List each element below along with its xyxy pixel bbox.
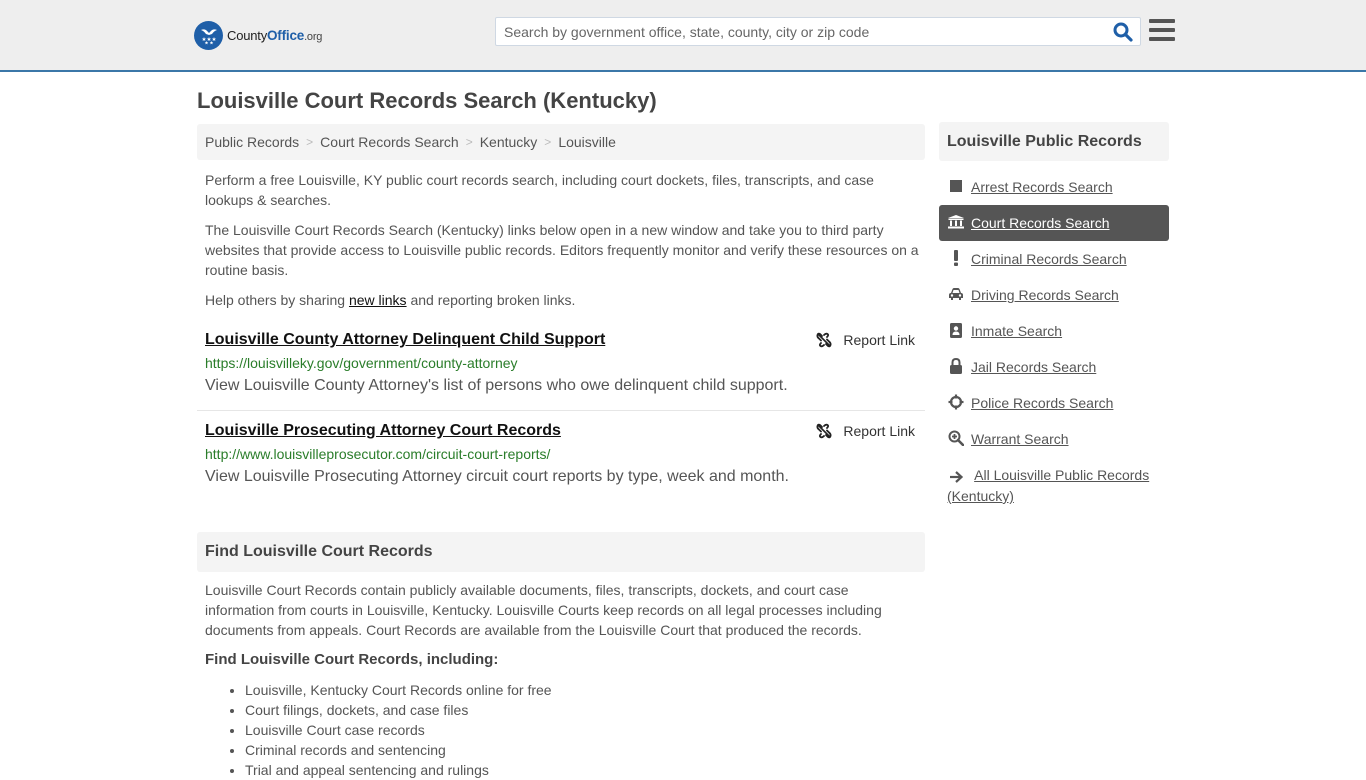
breadcrumb-public-records[interactable]: Public Records [205, 134, 299, 150]
sidebar-item-label[interactable]: Inmate Search [971, 321, 1062, 341]
sidebar-item-driving-records[interactable]: Driving Records Search [939, 277, 1169, 313]
exclamation-icon [947, 249, 965, 267]
sidebar-item-label[interactable]: Arrest Records Search [971, 177, 1113, 197]
crosshairs-icon [947, 393, 965, 411]
id-badge-icon [947, 321, 965, 339]
breadcrumb: Public Records > Court Records Search > … [197, 124, 925, 160]
list-item: Louisville Court case records [245, 720, 552, 740]
sidebar-item-label[interactable]: Criminal Records Search [971, 249, 1127, 269]
result-item: Louisville County Attorney Delinquent Ch… [197, 330, 925, 411]
breadcrumb-louisville[interactable]: Louisville [558, 134, 616, 150]
intro-text: Perform a free Louisville, KY public cou… [205, 170, 920, 320]
report-link-label: Report Link [843, 423, 915, 439]
list-item: Criminal records and sentencing [245, 740, 552, 760]
sidebar-item-warrant-search[interactable]: Warrant Search [939, 421, 1169, 457]
page-title: Louisville Court Records Search (Kentuck… [197, 88, 657, 113]
sidebar-item-all-public-records[interactable]: All Louisville Public Records (Kentucky) [939, 457, 1169, 506]
search-icon [1113, 22, 1133, 42]
logo-brand-accent: Office [267, 27, 305, 43]
list-item: Court filings, dockets, and case files [245, 700, 552, 720]
broken-link-icon [816, 332, 832, 348]
breadcrumb-separator: > [544, 135, 552, 149]
result-url: https://louisvilleky.gov/government/coun… [205, 355, 518, 371]
sidebar-item-police-records[interactable]: Police Records Search [939, 385, 1169, 421]
hamburger-menu-icon[interactable] [1149, 19, 1175, 43]
report-link-button[interactable]: Report Link [816, 423, 915, 439]
sidebar-item-label[interactable]: Jail Records Search [971, 357, 1096, 377]
sidebar-item-label[interactable]: Court Records Search [971, 213, 1110, 233]
logo-brand-main: County [227, 27, 267, 43]
result-title-link[interactable]: Louisville Prosecuting Attorney Court Re… [205, 421, 561, 441]
breadcrumb-separator: > [306, 135, 314, 149]
intro-p3-text-end: and reporting broken links. [406, 292, 576, 308]
result-item: Louisville Prosecuting Attorney Court Re… [197, 421, 925, 491]
sidebar-item-jail-records[interactable]: Jail Records Search [939, 349, 1169, 385]
report-link-label: Report Link [843, 332, 915, 348]
section-subhead: Find Louisville Court Records, including… [205, 651, 499, 668]
search-input[interactable] [496, 18, 1106, 45]
result-description: View Louisville County Attorney's list o… [205, 377, 788, 394]
logo-brand-tld: .org [304, 30, 323, 43]
breadcrumb-kentucky[interactable]: Kentucky [480, 134, 538, 150]
result-title-link[interactable]: Louisville County Attorney Delinquent Ch… [205, 330, 605, 350]
report-link-button[interactable]: Report Link [816, 332, 915, 348]
intro-paragraph-2: The Louisville Court Records Search (Ken… [205, 222, 919, 278]
logo-wordmark: CountyOffice.org [227, 28, 322, 43]
sidebar-title: Louisville Public Records [939, 122, 1169, 161]
sidebar-item-label[interactable]: Police Records Search [971, 393, 1113, 413]
sidebar-item-label[interactable]: Warrant Search [971, 429, 1069, 449]
list-item: Trial and appeal sentencing and rulings [245, 760, 552, 780]
sidebar-item-label[interactable]: Driving Records Search [971, 285, 1119, 305]
result-url: http://www.louisvilleprosecutor.com/circ… [205, 446, 551, 462]
sidebar-item-inmate-search[interactable]: Inmate Search [939, 313, 1169, 349]
breadcrumb-court-records-search[interactable]: Court Records Search [320, 134, 459, 150]
arrow-right-icon [947, 468, 965, 486]
intro-p3-text: Help others by sharing [205, 292, 349, 308]
breadcrumb-separator: > [465, 135, 473, 149]
search-plus-icon [947, 429, 965, 447]
sidebar-item-label[interactable]: All Louisville Public Records (Kentucky) [947, 467, 1149, 504]
lock-icon [947, 357, 965, 375]
sidebar-item-arrest-records[interactable]: Arrest Records Search [939, 169, 1169, 205]
new-links-link[interactable]: new links [349, 292, 407, 308]
courthouse-icon [947, 213, 965, 231]
intro-paragraph-3: Help others by sharing new links and rep… [205, 290, 920, 310]
broken-link-icon [816, 423, 832, 439]
site-header: CountyOffice.org [0, 0, 1366, 72]
logo-link[interactable]: CountyOffice.org [194, 20, 322, 50]
sidebar-nav: Arrest Records Search Court Records Sear… [939, 169, 1169, 506]
list-item: Louisville, Kentucky Court Records onlin… [245, 680, 552, 700]
sidebar-item-court-records[interactable]: Court Records Search [939, 205, 1169, 241]
records-bullet-list: Louisville, Kentucky Court Records onlin… [245, 680, 552, 780]
section-header-find-records: Find Louisville Court Records [197, 532, 925, 572]
search-box [495, 17, 1141, 46]
section-body-text: Louisville Court Records contain publicl… [205, 582, 882, 638]
intro-paragraph-1: Perform a free Louisville, KY public cou… [205, 172, 874, 208]
eagle-stars-icon [194, 20, 223, 50]
search-button[interactable] [1112, 21, 1134, 43]
car-icon [947, 285, 965, 303]
sidebar-item-criminal-records[interactable]: Criminal Records Search [939, 241, 1169, 277]
result-description: View Louisville Prosecuting Attorney cir… [205, 468, 789, 485]
square-icon [947, 177, 965, 195]
